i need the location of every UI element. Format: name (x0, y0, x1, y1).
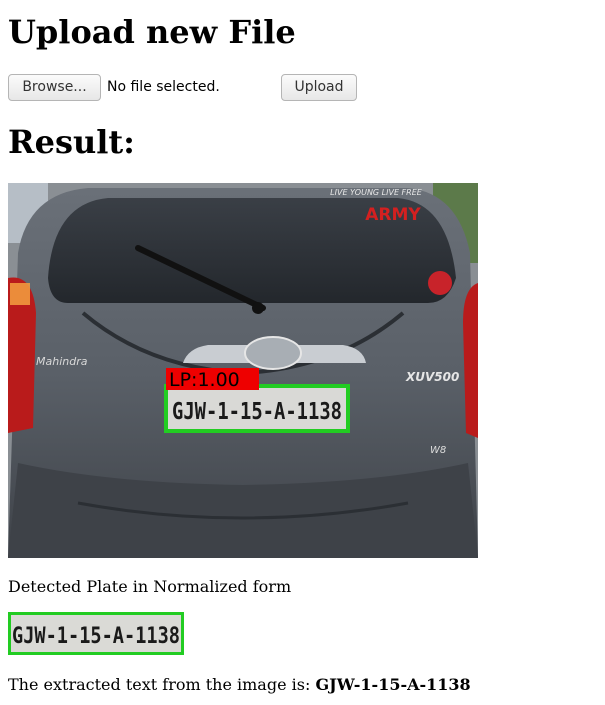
extracted-text-label: The extracted text from the image is: (8, 675, 316, 694)
plate-crop-image: GJW-1-15-A-1138 (8, 612, 184, 655)
variant-badge: W8 (430, 445, 446, 456)
left-indicator (10, 283, 30, 305)
brand-script: Mahindra (36, 355, 88, 368)
plate-text: GJW-1-15-A-1138 (172, 399, 342, 425)
upload-button[interactable]: Upload (281, 73, 357, 101)
window-badge-sticker (428, 271, 452, 295)
plate-crop-text: GJW-1-15-A-1138 (12, 624, 180, 649)
file-status-text: No file selected. (107, 79, 220, 95)
detection-label: LP:1.00 (169, 369, 240, 391)
logo-emblem (244, 336, 302, 370)
result-heading: Result: (8, 123, 135, 161)
wiper-pivot (252, 302, 264, 314)
window-sticker-text: LIVE YOUNG LIVE FREE (330, 188, 423, 197)
plate-caption: Detected Plate in Normalized form (8, 577, 292, 596)
browse-button[interactable]: Browse... (8, 73, 101, 101)
result-image: LIVE YOUNG LIVE FREE ARMY Mahindra XUV50… (8, 183, 478, 558)
model-badge: XUV500 (405, 370, 459, 384)
extracted-text-line: The extracted text from the image is: GJ… (8, 675, 471, 695)
extracted-text-value: GJW-1-15-A-1138 (315, 675, 471, 694)
upload-form: Browse... No file selected. Upload (8, 73, 357, 101)
upload-heading: Upload new File (8, 13, 296, 51)
window-army-text: ARMY (365, 205, 421, 225)
